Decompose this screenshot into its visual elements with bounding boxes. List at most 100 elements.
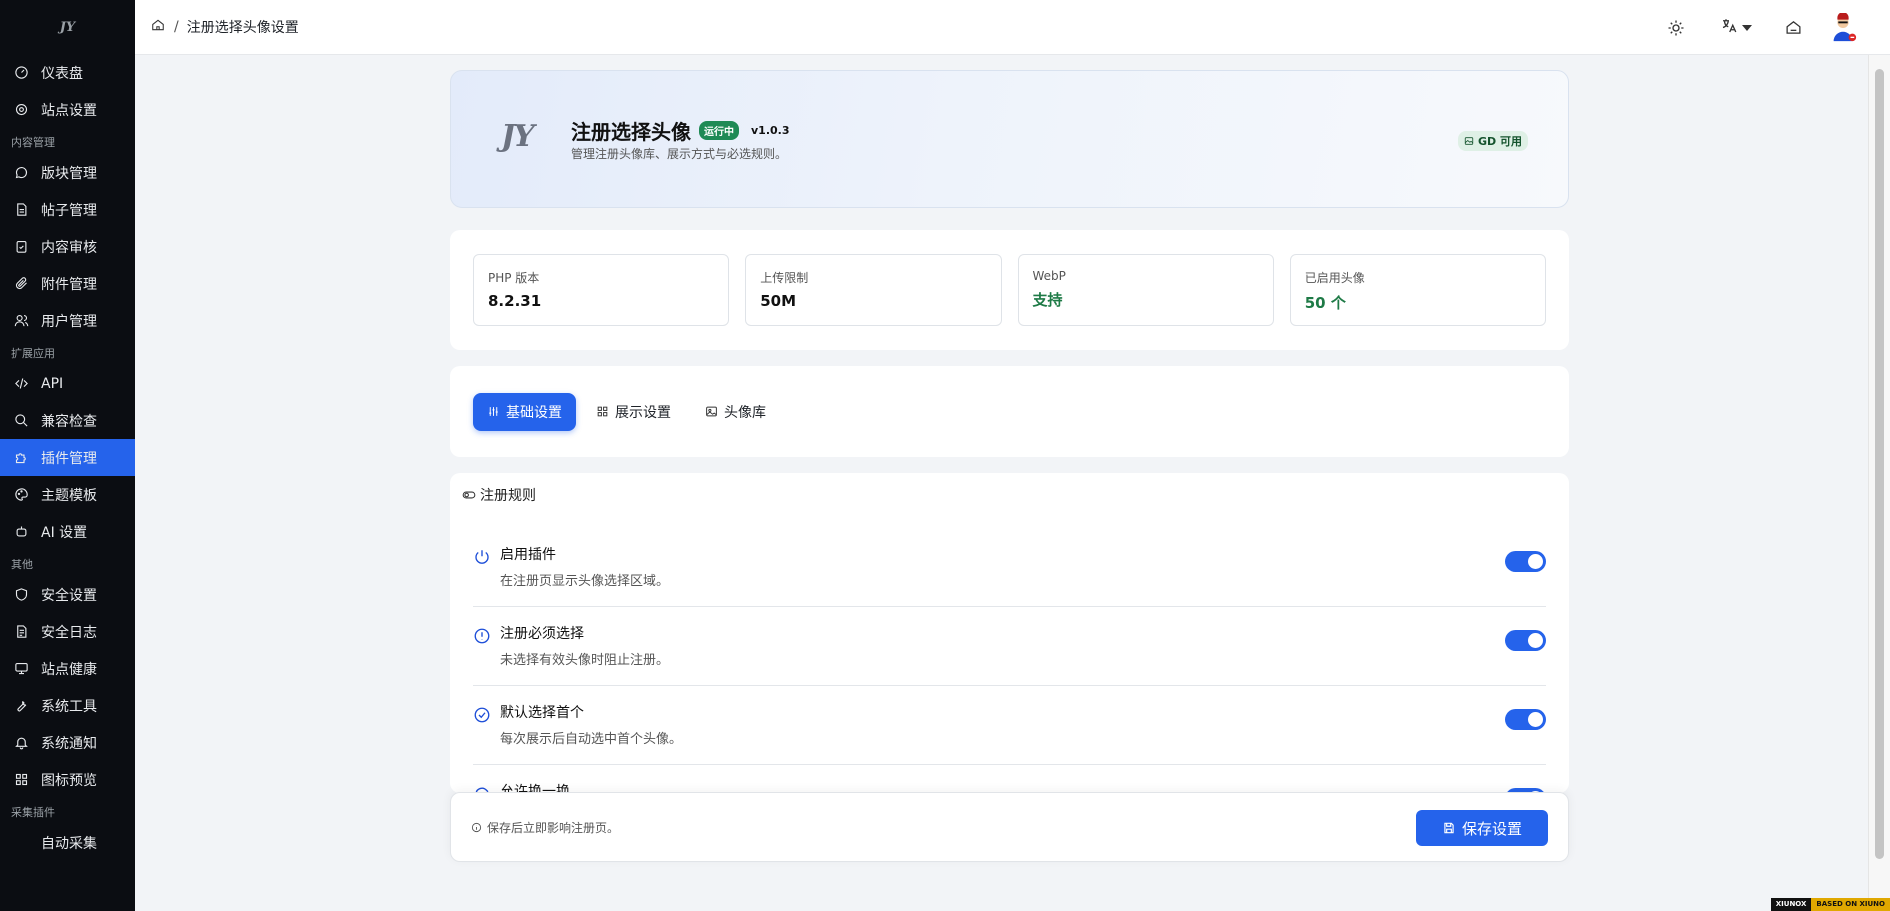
- sidebar-item-label: AI 设置: [41, 524, 88, 541]
- sidebar-item-dashboard[interactable]: 仪表盘: [0, 54, 135, 91]
- sidebar-item-api[interactable]: API: [0, 365, 135, 402]
- rule-allow-shuffle: 允许换一换: [473, 765, 1546, 793]
- grid-icon: [13, 772, 29, 788]
- stat-label: 上传限制: [760, 271, 809, 285]
- rule-name: 注册必须选择: [500, 626, 584, 642]
- sidebar-item-label: 站点设置: [41, 102, 97, 119]
- sidebar-item-label: 系统通知: [41, 735, 97, 752]
- sidebar-item-label: 主题模板: [41, 487, 97, 504]
- sidebar-logo[interactable]: JY: [0, 0, 135, 54]
- sidebar-item-attachments[interactable]: 附件管理: [0, 265, 135, 302]
- sidebar-item-security[interactable]: 安全设置: [0, 576, 135, 613]
- sidebar: JY 仪表盘 站点设置 内容管理 版块管理 帖子管理 内容审核 附件管理 用户管…: [0, 0, 135, 911]
- document-icon: [13, 202, 29, 218]
- save-hint-text: 保存后立即影响注册页。: [487, 821, 620, 835]
- breadcrumb: / 注册选择头像设置: [151, 17, 299, 37]
- sidebar-item-label: 附件管理: [41, 276, 97, 293]
- topbar: / 注册选择头像设置: [135, 0, 1890, 55]
- save-button-label: 保存设置: [1461, 819, 1522, 838]
- powered-by-badge[interactable]: XIUNOX BASED ON XIUNO: [1770, 898, 1890, 911]
- rule-name: 启用插件: [500, 547, 556, 563]
- plugin-description: 管理注册头像库、展示方式与必选规则。: [571, 147, 788, 161]
- stat-webp: WebP 支持: [1017, 254, 1274, 326]
- sidebar-item-label: 安全设置: [41, 587, 97, 604]
- log-icon: [13, 624, 29, 640]
- home-icon[interactable]: [151, 18, 165, 36]
- sidebar-item-label: 安全日志: [41, 624, 97, 641]
- rules-title-text: 注册规则: [480, 488, 536, 504]
- search-icon: [13, 413, 29, 429]
- sidebar-item-site-settings[interactable]: 站点设置: [0, 91, 135, 128]
- sidebar-item-label: 仪表盘: [41, 65, 83, 82]
- monitor-icon: [13, 661, 29, 677]
- gear-icon: [13, 102, 29, 118]
- scrollbar-thumb[interactable]: [1875, 69, 1884, 859]
- enable-plugin-toggle[interactable]: [1505, 551, 1546, 572]
- breadcrumb-separator: /: [174, 19, 179, 35]
- sidebar-item-compat[interactable]: 兼容检查: [0, 402, 135, 439]
- language-select[interactable]: [1716, 17, 1756, 39]
- nav-group-other: 其他: [11, 558, 33, 571]
- bell-icon: [13, 735, 29, 751]
- sidebar-item-label: 自动采集: [41, 835, 97, 852]
- puzzle-icon: [13, 450, 29, 466]
- sidebar-item-label: 内容审核: [41, 239, 97, 256]
- plugin-title: 注册选择头像: [571, 120, 691, 144]
- robot-icon: [13, 524, 29, 540]
- front-home-icon[interactable]: [1780, 19, 1806, 36]
- sidebar-item-ai[interactable]: AI 设置: [0, 513, 135, 550]
- powered-by-right: BASED ON XIUNO: [1811, 898, 1890, 911]
- breadcrumb-current: 注册选择头像设置: [186, 20, 299, 36]
- sidebar-item-notifications[interactable]: 系统通知: [0, 724, 135, 761]
- status-badge: 运行中: [699, 121, 739, 140]
- sidebar-item-label: 版块管理: [41, 165, 97, 182]
- stat-value: 8.2.31: [488, 292, 542, 310]
- avatar[interactable]: [1826, 12, 1860, 43]
- sidebar-item-site-health[interactable]: 站点健康: [0, 650, 135, 687]
- stat-php-version: PHP 版本 8.2.31: [473, 254, 730, 326]
- nav-group-content: 内容管理: [11, 136, 55, 149]
- sidebar-item-label: 系统工具: [41, 698, 97, 715]
- shield-icon: [13, 587, 29, 603]
- default-first-toggle[interactable]: [1505, 709, 1546, 730]
- info-icon: [471, 822, 482, 833]
- clipboard-check-icon: [13, 239, 29, 255]
- rule-desc: 每次展示后自动选中首个头像。: [500, 732, 683, 747]
- chevron-down-icon: [1742, 24, 1752, 31]
- stat-label: PHP 版本: [488, 271, 540, 285]
- sidebar-item-system-tools[interactable]: 系统工具: [0, 687, 135, 724]
- sidebar-item-users[interactable]: 用户管理: [0, 302, 135, 339]
- theme-toggle-sun-icon[interactable]: [1663, 19, 1689, 37]
- save-button[interactable]: 保存设置: [1416, 810, 1548, 846]
- sidebar-item-icon-preview[interactable]: 图标预览: [0, 761, 135, 798]
- sidebar-item-review[interactable]: 内容审核: [0, 228, 135, 265]
- save-hint: 保存后立即影响注册页。: [471, 819, 619, 836]
- required-selection-toggle[interactable]: [1505, 630, 1546, 651]
- translate-icon: [1720, 17, 1738, 39]
- nav-group-collect: 采集插件: [11, 806, 55, 819]
- palette-icon: [13, 487, 29, 503]
- check-circle-icon: [473, 706, 491, 724]
- plugin-title-row: 注册选择头像 运行中 v1.0.3: [571, 116, 790, 145]
- stat-value: 支持: [1032, 291, 1063, 309]
- top-actions: [1663, 0, 1890, 55]
- sidebar-item-themes[interactable]: 主题模板: [0, 476, 135, 513]
- stat-upload-limit: 上传限制 50M: [745, 254, 1002, 326]
- sidebar-item-plugins[interactable]: 插件管理: [0, 439, 135, 476]
- sidebar-item-label: 帖子管理: [41, 202, 97, 219]
- tab-avatar-library[interactable]: 头像库: [691, 393, 780, 431]
- plugin-hero-card: JY 注册选择头像 运行中 v1.0.3 管理注册头像库、展示方式与必选规则。 …: [450, 70, 1569, 208]
- page-scrollbar[interactable]: [1868, 55, 1890, 911]
- sidebar-item-label: API: [41, 375, 64, 392]
- sidebar-item-auto-collect[interactable]: 自动采集: [0, 824, 135, 861]
- rule-default-first: 默认选择首个 每次展示后自动选中首个头像。: [473, 686, 1546, 765]
- tab-basic-settings[interactable]: 基础设置: [473, 392, 576, 431]
- code-icon: [13, 376, 29, 392]
- powered-by-left: XIUNOX: [1770, 898, 1812, 911]
- tab-display-settings[interactable]: 展示设置: [582, 393, 685, 431]
- sidebar-item-security-log[interactable]: 安全日志: [0, 613, 135, 650]
- stat-enabled-avatars: 已启用头像 50 个: [1289, 254, 1546, 326]
- sidebar-item-forums[interactable]: 版块管理: [0, 154, 135, 191]
- sidebar-item-posts[interactable]: 帖子管理: [0, 191, 135, 228]
- image-icon: [1464, 137, 1474, 145]
